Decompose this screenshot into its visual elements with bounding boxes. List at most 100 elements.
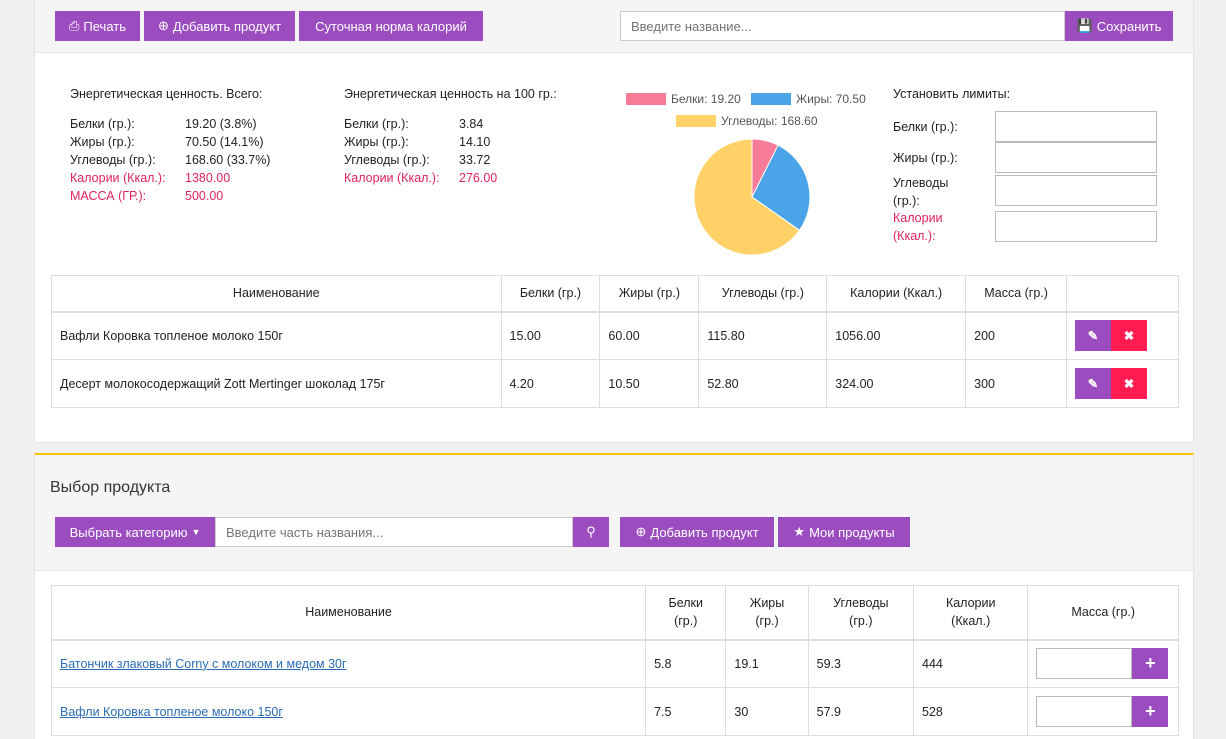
add-to-meal-button[interactable]: +: [1132, 696, 1169, 727]
stat-label: Белки (гр.):: [70, 117, 135, 131]
add-product-button[interactable]: ⊕ Добавить продукт: [144, 11, 295, 41]
col-header: Белки (гр.): [645, 585, 727, 641]
legend-item-carbs[interactable]: Углеводы: 168.60: [676, 114, 818, 128]
cell-name: Вафли Коровка топленое молоко 150г: [50, 687, 647, 736]
close-icon: ✖: [1123, 377, 1135, 391]
cell-fat: 10.50: [599, 359, 700, 408]
product-link[interactable]: Вафли Коровка топленое молоко 150г: [60, 705, 283, 719]
stat-label: Углеводы (гр.):: [70, 153, 156, 167]
cell-mass: 200: [965, 311, 1068, 360]
totals-block: Энергетическая ценность. Всего: Белки (г…: [70, 85, 270, 205]
product-search-input[interactable]: [215, 517, 573, 547]
cell-mass: 300: [965, 359, 1068, 408]
cell-fat: 60.00: [599, 311, 700, 360]
table-row: Батончик злаковый Corny с молоком и медо…: [50, 639, 1179, 688]
stat-label: Белки (гр.):: [344, 117, 409, 131]
legend-item-protein[interactable]: Белки: 19.20: [626, 92, 741, 106]
col-header: Наименование: [51, 275, 502, 313]
limit-fat-input[interactable]: [995, 142, 1157, 173]
meal-table: Наименование Белки (гр.) Жиры (гр.) Угле…: [51, 275, 1179, 408]
stat-value: 3.84: [459, 117, 484, 131]
cell-actions: ✎ ✖: [1066, 359, 1179, 408]
selection-header: Выбор продукта Выбрать категорию ▼ ⚲ ⊕ Д…: [35, 455, 1193, 571]
limit-label-carbs-unit: (гр.):: [893, 194, 920, 208]
per100-block: Энергетическая ценность на 100 гр.: Белк…: [344, 85, 557, 187]
plus-icon: +: [1145, 701, 1156, 721]
col-header: Жиры (гр.): [725, 585, 809, 641]
mass-input[interactable]: [1036, 648, 1133, 680]
col-header: Масса (гр.): [965, 275, 1068, 313]
caret-down-icon: ▼: [191, 527, 201, 537]
product-selection-panel: Выбор продукта Выбрать категорию ▼ ⚲ ⊕ Д…: [34, 453, 1194, 739]
mass-input[interactable]: [1036, 696, 1133, 727]
daily-norm-button[interactable]: Суточная норма калорий: [299, 11, 483, 41]
pencil-icon: ✎: [1087, 377, 1099, 391]
col-header: Жиры (гр.): [599, 275, 700, 313]
my-products-button[interactable]: ★ Мои продукты: [778, 517, 910, 547]
limit-protein-input[interactable]: [995, 111, 1157, 142]
legend-item-fat[interactable]: Жиры: 70.50: [751, 92, 866, 106]
delete-button[interactable]: ✖: [1111, 320, 1148, 352]
table-row: Вафли Коровка топленое молоко 150г 7.5 3…: [50, 687, 1179, 736]
cell-protein: 5.8: [645, 639, 727, 688]
col-header-actions: [1066, 275, 1179, 313]
stat-value: 70.50 (14.1%): [185, 135, 264, 149]
cell-cal: 1056.00: [826, 311, 967, 360]
meal-name-input[interactable]: [620, 11, 1065, 41]
col-header: Наименование: [50, 585, 647, 641]
cell-mass: +: [1027, 639, 1179, 688]
limit-label-protein: Белки (гр.):: [893, 120, 958, 134]
cell-mass: +: [1027, 687, 1179, 736]
stat-value: 500.00: [185, 189, 224, 203]
nutrient-pie-chart: [693, 138, 811, 256]
category-dropdown-button[interactable]: Выбрать категорию ▼: [55, 517, 215, 547]
product-link[interactable]: Батончик злаковый Corny с молоком и медо…: [60, 657, 347, 671]
delete-button[interactable]: ✖: [1111, 368, 1148, 399]
print-button[interactable]: ⎙ Печать: [55, 11, 140, 41]
plus-circle-icon: ⊕: [157, 18, 169, 33]
toolbar: ⎙ Печать ⊕ Добавить продукт Суточная нор…: [35, 0, 1193, 53]
star-icon: ★: [793, 524, 806, 539]
stat-value: 168.60 (33.7%): [185, 153, 271, 167]
limit-carbs-input[interactable]: [995, 175, 1157, 206]
col-header: Масса (гр.): [1027, 585, 1179, 641]
stat-label: МАССА (ГР.):: [70, 189, 147, 203]
stat-value: 1380.00: [185, 171, 231, 185]
cell-carbs: 59.3: [807, 639, 915, 688]
edit-button[interactable]: ✎: [1075, 320, 1112, 352]
add-to-meal-button[interactable]: +: [1132, 648, 1169, 680]
close-icon: ✖: [1123, 329, 1135, 344]
search-button[interactable]: ⚲: [573, 517, 609, 547]
cell-carbs: 52.80: [698, 359, 828, 408]
col-header: Белки (гр.): [500, 275, 601, 313]
cell-name: Вафли Коровка топленое молоко 150г: [51, 311, 502, 360]
col-header: Углеводы (гр.): [698, 275, 828, 313]
add-product-button-2[interactable]: ⊕ Добавить продукт: [620, 517, 774, 547]
col-header: Калории (Ккал.): [913, 585, 1029, 641]
cell-cal: 324.00: [826, 359, 967, 408]
stat-label: Жиры (гр.):: [70, 135, 135, 149]
plus-icon: +: [1145, 653, 1156, 674]
per100-title: Энергетическая ценность на 100 гр.:: [344, 87, 557, 101]
save-icon: 💾: [1076, 18, 1093, 33]
cell-name: Батончик злаковый Corny с молоком и медо…: [50, 639, 647, 688]
stat-value: 19.20 (3.8%): [185, 117, 257, 131]
col-header: Калории (Ккал.): [826, 275, 967, 313]
table-row: Вафли Коровка топленое молоко 150г 15.00…: [51, 311, 1179, 360]
stat-label: Калории (Ккал.):: [344, 171, 440, 185]
legend-swatch: [676, 115, 716, 127]
limit-label-carbs: Углеводы: [893, 176, 949, 190]
save-button[interactable]: 💾 Сохранить: [1065, 11, 1173, 41]
cell-name: Десерт молокосодержащий Zott Mertinger ш…: [51, 359, 502, 408]
cell-fat: 19.1: [725, 639, 809, 688]
table-header-row: Наименование Белки (гр.) Жиры (гр.) Углево…: [50, 585, 1179, 641]
print-icon: ⎙: [69, 18, 80, 33]
cell-actions: ✎ ✖: [1066, 311, 1179, 360]
section-title: Выбор продукта: [50, 479, 171, 496]
limits-title: Установить лимиты:: [893, 87, 1011, 101]
stat-value: 33.72: [459, 153, 491, 167]
edit-button[interactable]: ✎: [1075, 368, 1112, 399]
limit-label-cal-unit: (Ккал.):: [893, 229, 936, 243]
plus-circle-icon: ⊕: [635, 524, 647, 539]
limit-cal-input[interactable]: [995, 211, 1157, 242]
